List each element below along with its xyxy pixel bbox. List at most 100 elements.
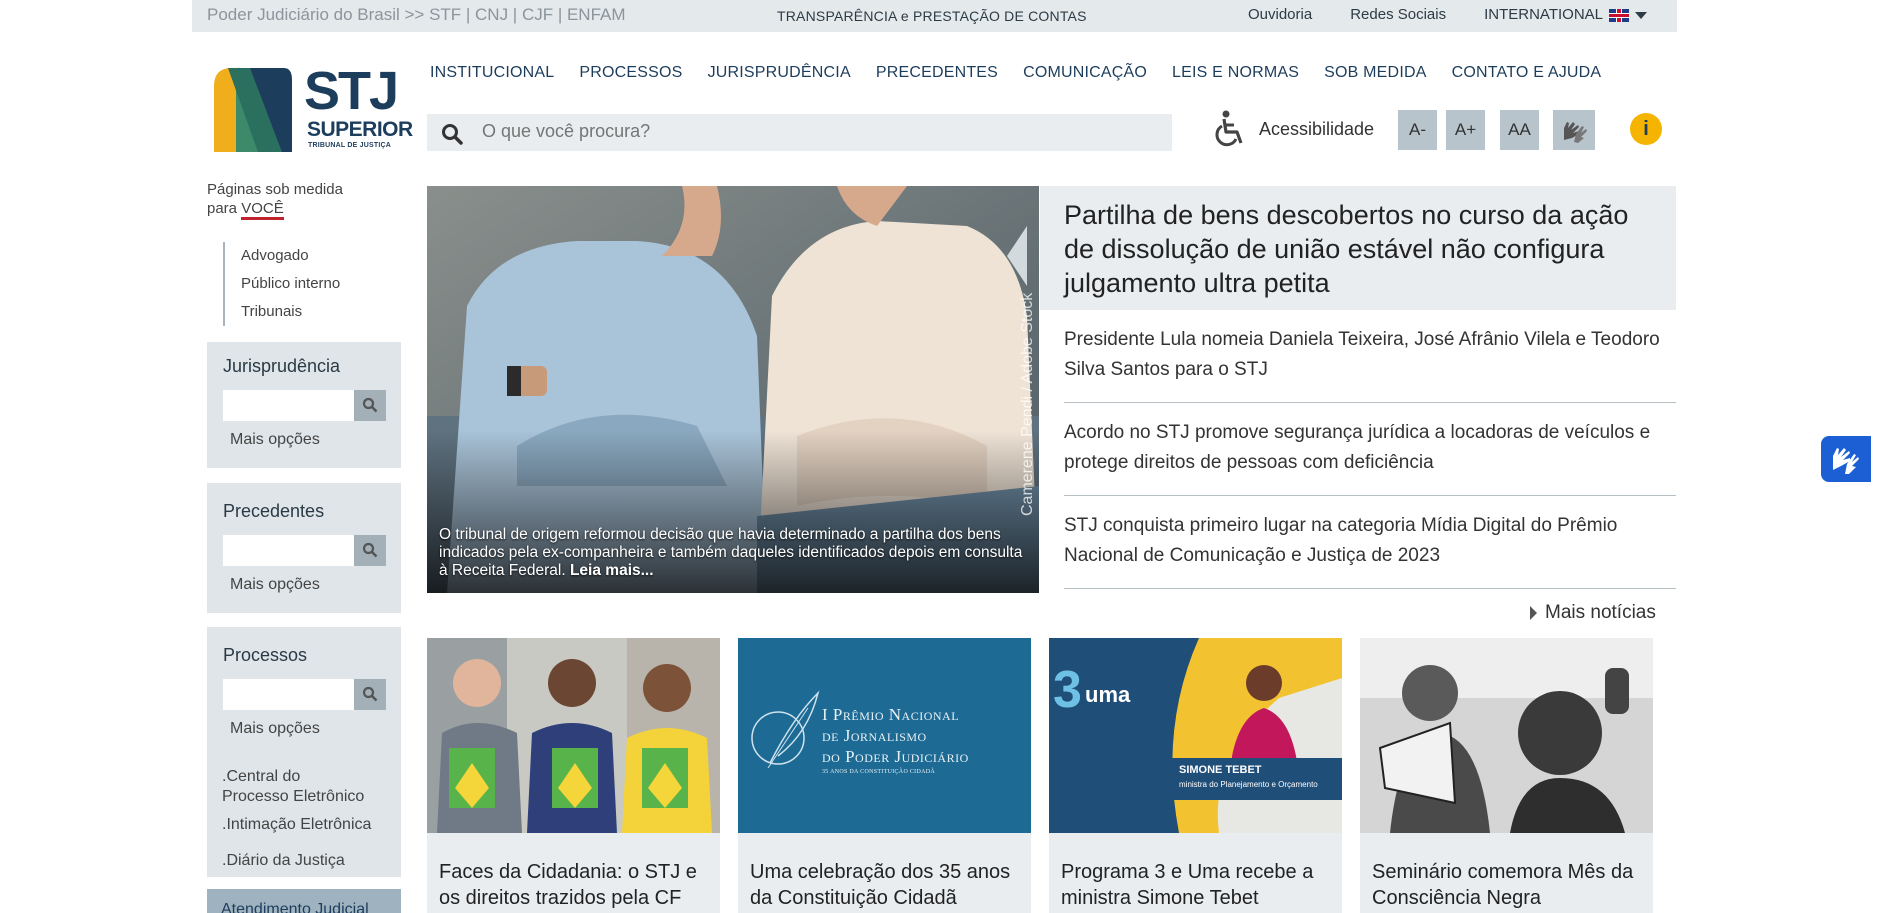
sign-language-icon [1833,448,1859,474]
caret-right-icon [1530,606,1537,620]
atendimento-judicial-box[interactable]: Atendimento Judicial [207,889,401,913]
voce-link[interactable]: VOCÊ [241,200,284,220]
font-decrease-button[interactable]: A- [1398,110,1437,150]
nav-sob-medida[interactable]: SOB MEDIDA [1324,64,1426,82]
stj-logo[interactable]: STJ SUPERIOR TRIBUNAL DE JUSTIÇA [206,61,413,154]
sign-language-button[interactable] [1553,110,1595,150]
award-line2: de Jornalismo [822,726,927,745]
award-line4: 35 ANOS DA CONSTITUIÇÃO CIDADÃ [822,769,936,775]
nav-processos[interactable]: PROCESSOS [579,64,682,82]
jurisprudencia-title: Jurisprudência [223,356,341,376]
processos-more-options[interactable]: Mais opções [230,720,320,738]
uk-flag-icon [1609,8,1629,22]
program-logo-text: uma [1085,682,1131,707]
search-icon [362,686,378,702]
award-line3: do Poder Judiciário [822,747,969,766]
news-item[interactable]: STJ conquista primeiro lugar na categori… [1064,511,1676,571]
superior-wordmark: SUPERIOR [307,118,413,141]
precedentes-title: Precedentes [223,501,325,521]
nav-precedentes[interactable]: PRECEDENTES [876,64,998,82]
card-image [427,638,720,833]
search-icon [362,397,378,413]
pages-line2: para [207,200,242,217]
transparency-link[interactable]: TRANSPARÊNCIA e PRESTAÇÃO DE CONTAS [777,8,1087,24]
audience-list: Advogado Público interno Tribunais [223,242,340,326]
accessibility-label: Acessibilidade [1259,118,1375,139]
processos-search-button[interactable] [354,679,386,710]
info-icon[interactable]: i [1630,113,1662,145]
hero-caption-text: O tribunal de origem reformou decisão qu… [439,526,1023,579]
top-bar: Poder Judiciário do Brasil >> STF | CNJ … [192,0,1677,32]
card-title: Uma celebração dos 35 anos da Constituiç… [750,861,1011,909]
hero-image[interactable]: Camerene Pendi / Adobe Stock O tribunal … [427,186,1039,593]
processos-input[interactable] [223,679,354,710]
pages-for-you: Páginas sob medida para VOCÊ [207,180,343,220]
pages-line1: Páginas sob medida [207,181,343,198]
news-divider [1064,588,1676,589]
stj-logo-mark-icon [206,66,292,152]
protest-photo-image [1360,638,1653,833]
news-item[interactable]: Acordo no STJ promove segurança jurídica… [1064,418,1676,478]
photo-credit: Camerene Pendi / Adobe Stock [1019,292,1036,516]
stj-wordmark: STJ [304,61,399,121]
guest-name: SIMONE TEBET [1179,764,1262,776]
card-image: 3 uma SIMONE TEBET ministra do Planejame… [1049,638,1342,833]
search-icon [362,542,378,558]
video-card[interactable]: 3 uma SIMONE TEBET ministra do Planejame… [1049,638,1342,913]
video-card[interactable]: Faces da Cidadania: o STJ e os direitos … [427,638,720,913]
vlibras-button[interactable] [1821,436,1871,482]
audience-tribunais[interactable]: Tribunais [241,298,340,326]
nav-comunicacao[interactable]: COMUNICAÇÃO [1023,64,1147,82]
top-right-links: Ouvidoria Redes Sociais INTERNATIONAL [1248,6,1647,23]
ouvidoria-link[interactable]: Ouvidoria [1248,6,1312,23]
card-image: I Prêmio Nacional de Jornalismo do Poder… [738,638,1031,833]
card-image [1360,638,1653,833]
international-menu[interactable]: INTERNATIONAL [1484,6,1647,23]
news-divider [1064,402,1676,403]
sign-language-icon [1564,122,1587,143]
hero-caption: O tribunal de origem reformou decisão qu… [439,526,1029,580]
more-news-label: Mais notícias [1545,602,1656,623]
nav-jurisprudencia[interactable]: JURISPRUDÊNCIA [708,64,851,82]
program-logo-number: 3 [1053,661,1082,719]
wheelchair-icon [1215,110,1243,147]
link-diario-justica[interactable]: .Diário da Justiça [222,851,345,871]
headline-title: Partilha de bens descobertos no curso da… [1064,200,1629,298]
news-divider [1064,495,1676,496]
precedentes-input[interactable] [223,535,354,566]
audience-publico-interno[interactable]: Público interno [241,270,340,298]
nav-institucional[interactable]: INSTITUCIONAL [430,64,554,82]
link-intimacao-eletronica[interactable]: .Intimação Eletrônica [222,815,371,835]
three-people-photo-image [427,638,720,833]
jurisprudencia-search-box: Jurisprudência Mais opções [207,342,401,468]
card-title: Faces da Cidadania: o STJ e os direitos … [439,861,697,909]
news-item[interactable]: Presidente Lula nomeia Daniela Teixeira,… [1064,325,1676,385]
jurisprudencia-search-button[interactable] [354,390,386,421]
international-label: INTERNATIONAL [1484,6,1603,23]
award-line1: I Prêmio Nacional [822,705,960,724]
nav-leis-e-normas[interactable]: LEIS E NORMAS [1172,64,1299,82]
hero-read-more-link[interactable]: Leia mais... [570,562,654,579]
judiciary-links[interactable]: Poder Judiciário do Brasil >> STF | CNJ … [207,5,626,25]
more-news-link[interactable]: Mais notícias [1530,602,1656,624]
precedentes-search-button[interactable] [354,535,386,566]
jurisprudencia-input[interactable] [223,390,354,421]
contrast-button[interactable]: AA [1500,110,1539,150]
search-icon[interactable] [441,123,463,145]
accessibility-link[interactable]: Acessibilidade [1215,110,1374,148]
program-3-e-uma-image [1049,638,1342,833]
video-card[interactable]: I Prêmio Nacional de Jornalismo do Poder… [738,638,1031,913]
audience-advogado[interactable]: Advogado [241,242,340,270]
font-increase-button[interactable]: A+ [1446,110,1485,150]
headline-box[interactable]: Partilha de bens descobertos no curso da… [1040,186,1676,310]
jurisprudencia-more-options[interactable]: Mais opções [230,431,320,449]
precedentes-search-box: Precedentes Mais opções [207,483,401,613]
nav-contato-e-ajuda[interactable]: CONTATO E AJUDA [1452,64,1602,82]
main-nav: INSTITUCIONAL PROCESSOS JURISPRUDÊNCIA P… [430,64,1601,82]
link-central-processo[interactable]: .Central do Processo Eletrônico [222,767,382,807]
search-input[interactable] [482,121,1082,142]
video-card[interactable]: Seminário comemora Mês da Consciência Ne… [1360,638,1653,913]
precedentes-more-options[interactable]: Mais opções [230,576,320,594]
processos-title: Processos [223,645,308,665]
redes-sociais-link[interactable]: Redes Sociais [1350,6,1446,23]
